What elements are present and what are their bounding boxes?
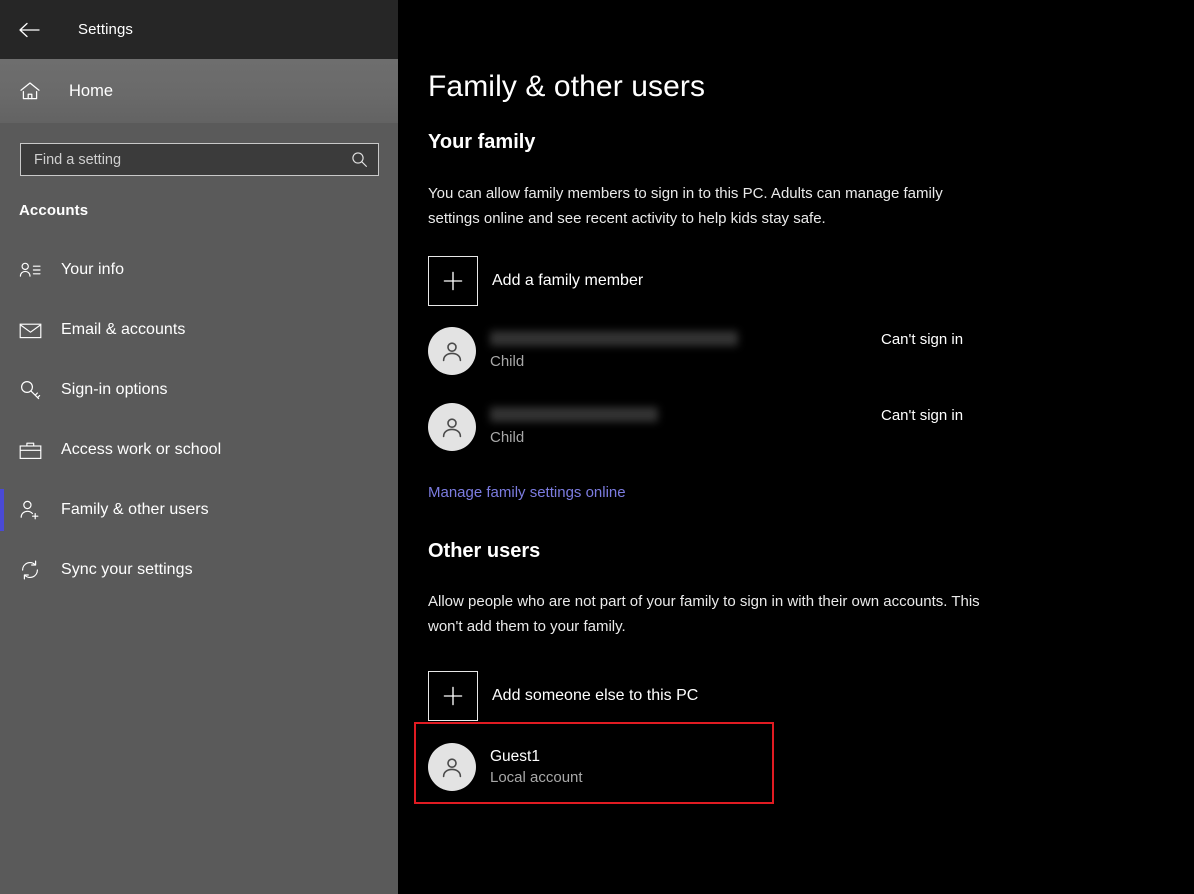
user-card-icon	[18, 258, 42, 282]
envelope-icon	[18, 318, 42, 342]
person-avatar-icon	[428, 403, 476, 451]
plus-icon	[428, 671, 478, 721]
sidebar-item-label: Access work or school	[61, 441, 222, 458]
key-icon	[18, 378, 42, 402]
selection-indicator	[0, 489, 4, 531]
other-users-heading: Other users	[428, 540, 541, 562]
back-arrow-icon	[18, 22, 40, 38]
sidebar-item-access-work-or-school[interactable]: Access work or school	[0, 420, 398, 480]
sidebar-category-title: Accounts	[19, 202, 89, 219]
add-family-member-row[interactable]: Add a family member	[428, 256, 788, 306]
family-member-row[interactable]: Child Can't sign in	[428, 327, 1194, 375]
family-member-role: Child	[490, 429, 525, 446]
family-member-details: Child	[490, 406, 658, 448]
person-avatar-icon	[428, 743, 476, 791]
settings-window: Settings Home Find a setting Accounts Yo…	[0, 0, 1194, 894]
briefcase-icon	[18, 438, 42, 462]
sidebar-item-label: Sync your settings	[61, 561, 193, 578]
title-bar: Settings	[0, 0, 398, 59]
other-users-description: Allow people who are not part of your fa…	[428, 593, 980, 635]
sidebar-item-email-accounts[interactable]: Email & accounts	[0, 300, 398, 360]
other-user-row[interactable]: Guest1 Local account	[428, 743, 1194, 791]
search-container	[0, 123, 398, 176]
home-icon	[19, 80, 41, 102]
add-family-member-label: Add a family member	[492, 272, 644, 289]
sidebar-nav-list: Your info Email & accounts Sign-in optio…	[0, 240, 398, 600]
sidebar-item-your-info[interactable]: Your info	[0, 240, 398, 300]
add-person-icon	[18, 498, 42, 522]
family-member-name-redacted	[490, 331, 738, 346]
other-user-name: Guest1	[490, 748, 540, 765]
sidebar-home-item[interactable]: Home	[0, 59, 398, 123]
sidebar-item-label: Email & accounts	[61, 321, 186, 338]
family-member-status: Can't sign in	[881, 331, 964, 348]
sidebar-item-sync-your-settings[interactable]: Sync your settings	[0, 540, 398, 600]
back-button[interactable]	[6, 10, 52, 50]
sidebar-home-label: Home	[69, 81, 114, 100]
settings-sidebar: Settings Home Find a setting Accounts Yo…	[0, 0, 398, 894]
main-content: Family & other users Your family You can…	[398, 0, 1194, 894]
sidebar-item-label: Sign-in options	[61, 381, 168, 398]
family-member-row[interactable]: Child Can't sign in	[428, 403, 1194, 451]
family-member-role: Child	[490, 353, 525, 370]
person-avatar-icon	[428, 327, 476, 375]
sync-icon	[18, 558, 42, 582]
manage-family-settings-online-link[interactable]: Manage family settings online	[428, 484, 626, 501]
your-family-heading: Your family	[428, 131, 536, 153]
plus-icon	[428, 256, 478, 306]
sidebar-item-label: Family & other users	[61, 501, 209, 518]
other-user-type: Local account	[490, 769, 583, 786]
add-someone-else-to-this-pc-row[interactable]: Add someone else to this PC	[428, 671, 773, 721]
family-member-status: Can't sign in	[881, 407, 964, 424]
other-user-details: Guest1 Local account	[490, 746, 583, 788]
your-family-description: You can allow family members to sign in …	[428, 185, 943, 227]
family-member-details: Child	[490, 330, 738, 372]
page-title: Family & other users	[428, 70, 706, 103]
search-icon[interactable]	[344, 144, 374, 175]
sidebar-item-sign-in-options[interactable]: Sign-in options	[0, 360, 398, 420]
add-someone-else-label: Add someone else to this PC	[492, 687, 699, 704]
sidebar-item-family-other-users[interactable]: Family & other users	[0, 480, 398, 540]
sidebar-item-label: Your info	[61, 261, 125, 278]
family-member-name-redacted	[490, 407, 658, 422]
window-title: Settings	[78, 21, 133, 38]
search-box[interactable]	[20, 143, 379, 176]
search-input[interactable]	[21, 151, 344, 168]
